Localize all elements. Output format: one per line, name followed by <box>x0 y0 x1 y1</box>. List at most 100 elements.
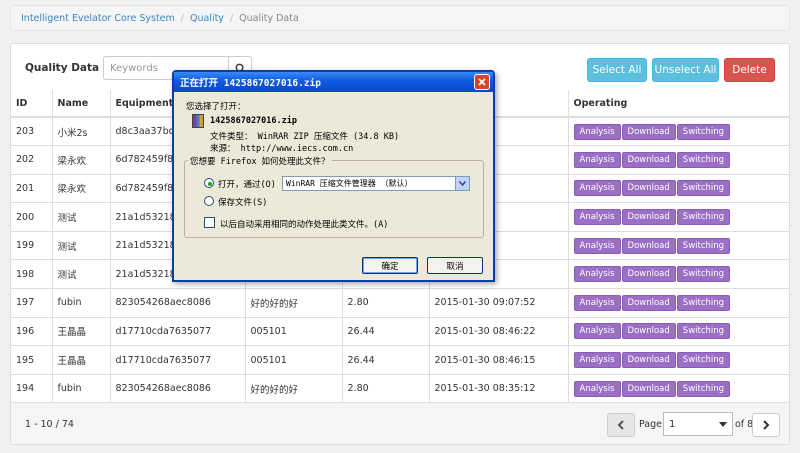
download-button[interactable]: Download <box>621 180 676 197</box>
cell-col5: 26.44 <box>342 345 430 375</box>
cell-name: 王晶晶 <box>52 345 111 375</box>
analysis-button[interactable]: Analysis <box>573 237 621 254</box>
open-with-radio[interactable] <box>204 178 214 188</box>
cell-id: 197 <box>11 288 53 318</box>
download-button[interactable]: Download <box>621 323 676 340</box>
close-icon <box>478 78 486 86</box>
switching-button[interactable]: Switching <box>676 180 731 197</box>
page-label: Page <box>639 419 662 430</box>
cell-operating: Analysis Download Switching <box>568 116 789 146</box>
download-button[interactable]: Download <box>621 123 676 140</box>
column-header-operating: Operating <box>568 90 789 118</box>
cell-name: 王晶晶 <box>52 316 111 346</box>
switching-button[interactable]: Switching <box>676 380 731 397</box>
analysis-button[interactable]: Analysis <box>573 352 621 369</box>
switching-button[interactable]: Switching <box>676 237 731 254</box>
cell-id: 200 <box>11 202 53 232</box>
cell-operating: Analysis Download Switching <box>568 316 789 346</box>
analysis-button[interactable]: Analysis <box>573 323 621 340</box>
switching-button[interactable]: Switching <box>676 323 731 340</box>
cell-name: 梁永欢 <box>52 145 111 175</box>
table-row[interactable]: 194 fubin 823054268aec8086 好的好的好 2.80 2015-01… <box>11 373 789 403</box>
switching-button[interactable]: Switching <box>676 123 731 140</box>
open-with-label[interactable]: 打开，通过(O) <box>218 178 276 190</box>
cell-name: 测试 <box>52 259 111 289</box>
table-row[interactable]: 197 fubin 823054268aec8086 好的好的好 2.80 2015-01… <box>11 288 789 318</box>
cell-operating: Analysis Download Switching <box>568 202 789 232</box>
cell-id: 201 <box>11 173 53 203</box>
analysis-button[interactable]: Analysis <box>573 123 621 140</box>
cell-operating: Analysis Download Switching <box>568 373 789 403</box>
cell-equipment-id: d17710cda7635077 <box>110 316 246 346</box>
table-row[interactable]: 195 王晶晶 d17710cda7635077 005101 26.44 2015-01… <box>11 345 789 375</box>
cell-equipment-id: 823054268aec8086 <box>110 373 246 403</box>
analysis-button[interactable]: Analysis <box>573 180 621 197</box>
download-button[interactable]: Download <box>621 380 676 397</box>
analysis-button[interactable]: Analysis <box>573 209 621 226</box>
next-page-button[interactable] <box>752 413 780 437</box>
cell-id: 199 <box>11 230 53 260</box>
pagination-footer: 1 - 10 / 74 Page 1 of 8 <box>11 402 789 444</box>
cell-name: 测试 <box>52 202 111 232</box>
prev-page-button[interactable] <box>607 413 635 437</box>
cell-name: 测试 <box>52 230 111 260</box>
download-button[interactable]: Download <box>621 237 676 254</box>
switching-button[interactable]: Switching <box>676 352 731 369</box>
cell-id: 203 <box>11 116 53 146</box>
chevron-left-icon <box>617 420 624 430</box>
analysis-button[interactable]: Analysis <box>573 151 621 168</box>
cell-id: 195 <box>11 345 53 375</box>
chevron-down-icon <box>459 181 466 186</box>
download-button[interactable]: Download <box>621 352 676 369</box>
column-header-name[interactable]: Name <box>52 90 111 118</box>
download-button[interactable]: Download <box>621 151 676 168</box>
cell-name: fubin <box>52 373 111 403</box>
auto-action-label[interactable]: 以后自动采用相同的动作处理此类文件。(A) <box>220 218 388 230</box>
auto-action-checkbox[interactable] <box>204 217 215 228</box>
download-button[interactable]: Download <box>621 266 676 283</box>
download-button[interactable]: Download <box>621 209 676 226</box>
cell-operating: Analysis Download Switching <box>568 230 789 260</box>
cell-operating: Analysis Download Switching <box>568 173 789 203</box>
breadcrumb: Intelligent Evelator Core System / Quali… <box>10 5 790 31</box>
column-header-id[interactable]: ID <box>11 90 53 118</box>
switching-button[interactable]: Switching <box>676 294 731 311</box>
delete-button[interactable]: Delete <box>724 58 775 82</box>
dialog-close-button[interactable] <box>474 74 490 90</box>
cell-id: 194 <box>11 373 53 403</box>
cancel-button[interactable]: 取消 <box>427 257 483 274</box>
download-button[interactable]: Download <box>621 294 676 311</box>
analysis-button[interactable]: Analysis <box>573 380 621 397</box>
cell-equipment-id: 823054268aec8086 <box>110 288 246 318</box>
breadcrumb-home-link[interactable]: Intelligent Evelator Core System <box>21 13 175 24</box>
page-select[interactable]: 1 <box>663 412 733 436</box>
cell-time: 2015-01-30 08:35:12 <box>429 373 569 403</box>
cell-col4: 005101 <box>245 316 343 346</box>
ok-button[interactable]: 确定 <box>362 257 418 274</box>
open-with-select[interactable]: WinRAR 压缩文件管理器 （默认） <box>282 176 470 191</box>
cell-col5: 2.80 <box>342 373 430 403</box>
chevron-right-icon <box>763 420 770 430</box>
cell-time: 2015-01-30 08:46:22 <box>429 316 569 346</box>
switching-button[interactable]: Switching <box>676 266 731 283</box>
dialog-title: 正在打开 1425867027016.zip <box>180 78 321 89</box>
switching-button[interactable]: Switching <box>676 151 731 168</box>
cell-name: fubin <box>52 288 111 318</box>
dialog-chose-label: 您选择了打开： <box>186 102 246 112</box>
dialog-file-type: 文件类型： WinRAR ZIP 压缩文件 (34.8 KB) <box>210 132 400 142</box>
breadcrumb-quality-link[interactable]: Quality <box>190 13 224 24</box>
analysis-button[interactable]: Analysis <box>573 266 621 283</box>
cell-col5: 26.44 <box>342 316 430 346</box>
save-file-label[interactable]: 保存文件(S) <box>218 196 267 208</box>
select-all-button[interactable]: Select All <box>587 58 647 82</box>
unselect-all-button[interactable]: Unselect All <box>652 58 719 82</box>
cell-operating: Analysis Download Switching <box>568 259 789 289</box>
analysis-button[interactable]: Analysis <box>573 294 621 311</box>
cell-col4: 好的好的好 <box>245 373 343 403</box>
page-count-label: of 8 <box>735 419 754 430</box>
dropdown-arrow[interactable] <box>455 177 469 190</box>
dialog-titlebar[interactable]: 正在打开 1425867027016.zip <box>174 72 493 92</box>
table-row[interactable]: 196 王晶晶 d17710cda7635077 005101 26.44 2015-01… <box>11 316 789 346</box>
save-file-radio[interactable] <box>204 196 214 206</box>
switching-button[interactable]: Switching <box>676 209 731 226</box>
